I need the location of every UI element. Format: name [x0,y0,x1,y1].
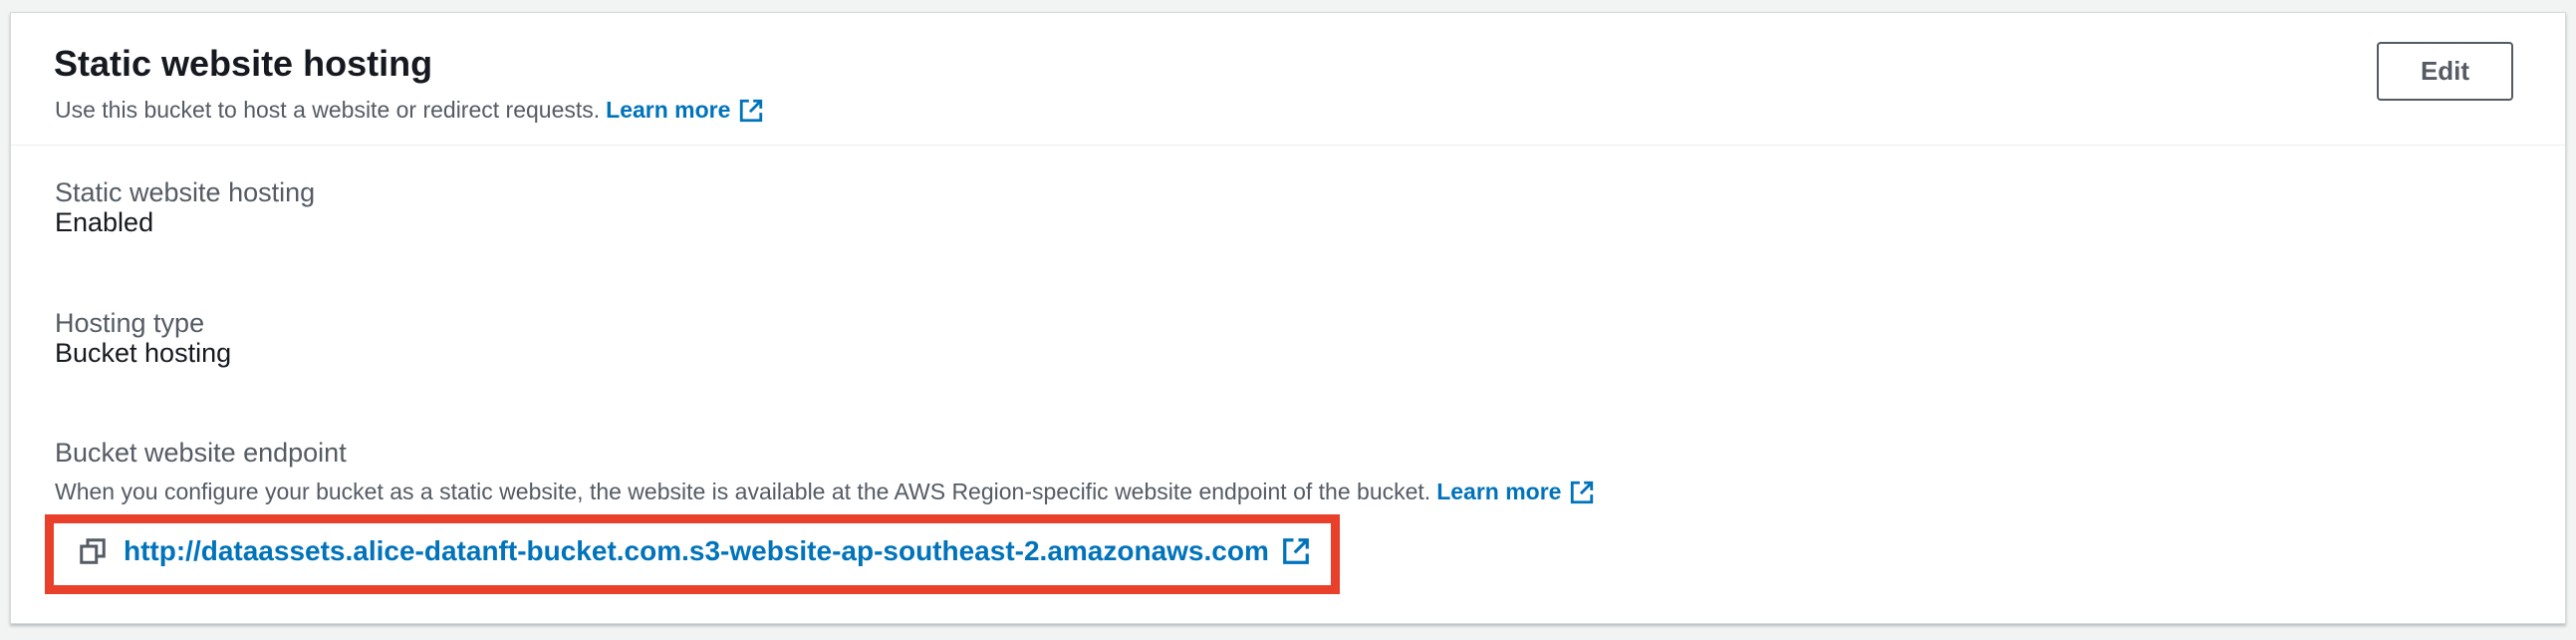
endpoint-learn-more-label: Learn more [1436,479,1562,504]
hosting-value: Enabled [55,207,154,237]
panel-description-text: Use this bucket to host a website or red… [55,97,601,123]
endpoint-highlight: http://dataassets.alice-datanft-bucket.c… [45,514,1340,594]
panel-title: Static website hosting [54,43,433,84]
endpoint-learn-more-link[interactable]: Learn more [1436,479,1595,505]
hosting-label: Static website hosting [55,177,316,207]
endpoint-description-text: When you configure your bucket as a stat… [55,479,1431,504]
static-website-hosting-panel: Static website hosting Use this bucket t… [10,12,2566,624]
panel-description: Use this bucket to host a website or red… [55,97,764,124]
endpoint-label: Bucket website endpoint [55,438,347,468]
endpoint-row: http://dataassets.alice-datanft-bucket.c… [78,535,1311,567]
learn-more-link[interactable]: Learn more [606,97,764,124]
learn-more-label: Learn more [606,97,731,123]
external-link-icon [1282,538,1309,564]
panel-header: Static website hosting Use this bucket t… [11,13,2565,146]
endpoint-url: http://dataassets.alice-datanft-bucket.c… [124,535,1269,566]
hosting-type-value: Bucket hosting [55,338,232,368]
edit-button[interactable]: Edit [2377,42,2513,101]
endpoint-description: When you configure your bucket as a stat… [55,479,1595,505]
external-link-icon [740,99,763,122]
endpoint-url-link[interactable]: http://dataassets.alice-datanft-bucket.c… [124,535,1311,567]
external-link-icon [1571,480,1594,503]
hosting-type-label: Hosting type [55,308,205,338]
copy-icon[interactable] [78,536,108,566]
